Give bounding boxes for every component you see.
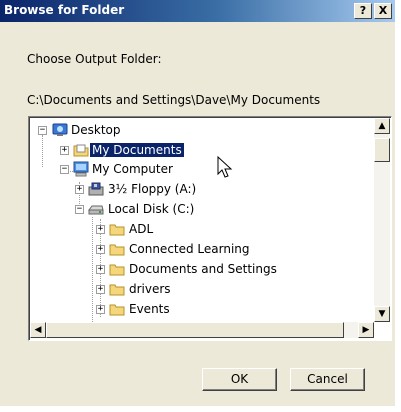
tree-item-label: My Documents xyxy=(89,142,185,158)
vertical-scrollbar[interactable]: ▲ ▼ xyxy=(374,118,390,322)
tree-item-label: drivers xyxy=(129,282,171,296)
tree-item-connected-learning[interactable]: + Connected Learning xyxy=(29,241,369,259)
collapse-toggle[interactable]: − xyxy=(38,126,47,135)
browse-for-folder-dialog: Browse for Folder ? X Choose Output Fold… xyxy=(0,0,395,406)
folder-icon xyxy=(109,261,125,277)
tree-item-label: ADL xyxy=(129,222,154,236)
horizontal-scrollbar[interactable]: ◀ ▶ xyxy=(30,322,374,338)
tree-item-label: Documents and Settings xyxy=(129,262,277,276)
tree-item-label: My Computer xyxy=(92,162,173,176)
tree-item-drivers[interactable]: + drivers xyxy=(29,281,369,299)
expand-toggle[interactable]: + xyxy=(60,146,69,155)
folder-icon xyxy=(109,221,125,237)
selected-path-label: C:\Documents and Settings\Dave\My Docume… xyxy=(27,93,321,107)
tree-item-my-computer[interactable]: − My Computer xyxy=(29,161,369,179)
folder-icon xyxy=(109,241,125,257)
tree-item-adl[interactable]: + ADL xyxy=(29,221,369,239)
instruction-label: Choose Output Folder: xyxy=(27,52,162,66)
close-button[interactable]: X xyxy=(374,3,392,19)
expand-toggle[interactable]: + xyxy=(75,185,84,194)
tree-item-local-disk-c[interactable]: − Local Disk (C:) xyxy=(29,201,369,219)
vertical-scroll-thumb[interactable] xyxy=(374,138,390,162)
my-documents-folder-icon xyxy=(73,142,89,158)
tree-item-documents-and-settings[interactable]: + Documents and Settings xyxy=(29,261,369,279)
window-title: Browse for Folder xyxy=(4,3,125,17)
floppy-drive-icon xyxy=(88,181,104,197)
tree-item-label: Desktop xyxy=(71,123,121,137)
expand-toggle[interactable]: + xyxy=(96,245,105,254)
folder-icon xyxy=(109,301,125,317)
collapse-toggle[interactable]: − xyxy=(60,165,69,174)
tree-item-desktop[interactable]: − Desktop xyxy=(29,122,369,140)
collapse-toggle[interactable]: − xyxy=(75,205,84,214)
tree-item-label: Connected Learning xyxy=(129,242,250,256)
ok-button[interactable]: OK xyxy=(202,368,277,391)
tree-item-events[interactable]: + Events xyxy=(29,301,369,319)
help-button[interactable]: ? xyxy=(354,3,372,19)
title-bar[interactable]: Browse for Folder ? X xyxy=(0,0,395,22)
scroll-down-button[interactable]: ▼ xyxy=(374,306,390,322)
scroll-left-button[interactable]: ◀ xyxy=(30,322,46,338)
folder-icon xyxy=(109,281,125,297)
tree-item-label: Events xyxy=(129,302,170,316)
horizontal-scroll-thumb[interactable] xyxy=(46,322,344,338)
desktop-icon xyxy=(52,122,68,138)
scroll-right-button[interactable]: ▶ xyxy=(358,322,374,338)
expand-toggle[interactable]: + xyxy=(96,285,105,294)
tree-item-floppy-a[interactable]: + 3½ Floppy (A:) xyxy=(29,181,369,199)
mouse-cursor-icon xyxy=(217,155,233,178)
tree-item-my-documents[interactable]: + My Documents xyxy=(29,142,369,160)
expand-toggle[interactable]: + xyxy=(96,305,105,314)
folder-tree[interactable]: − Desktop + My Documents − My Computer + xyxy=(28,116,392,341)
cancel-button[interactable]: Cancel xyxy=(290,368,365,391)
hard-disk-icon xyxy=(88,201,104,217)
scroll-up-button[interactable]: ▲ xyxy=(374,118,390,134)
expand-toggle[interactable]: + xyxy=(96,265,105,274)
tree-item-label: Local Disk (C:) xyxy=(108,202,195,216)
expand-toggle[interactable]: + xyxy=(96,225,105,234)
my-computer-icon xyxy=(73,161,89,177)
tree-item-label: 3½ Floppy (A:) xyxy=(108,182,197,196)
